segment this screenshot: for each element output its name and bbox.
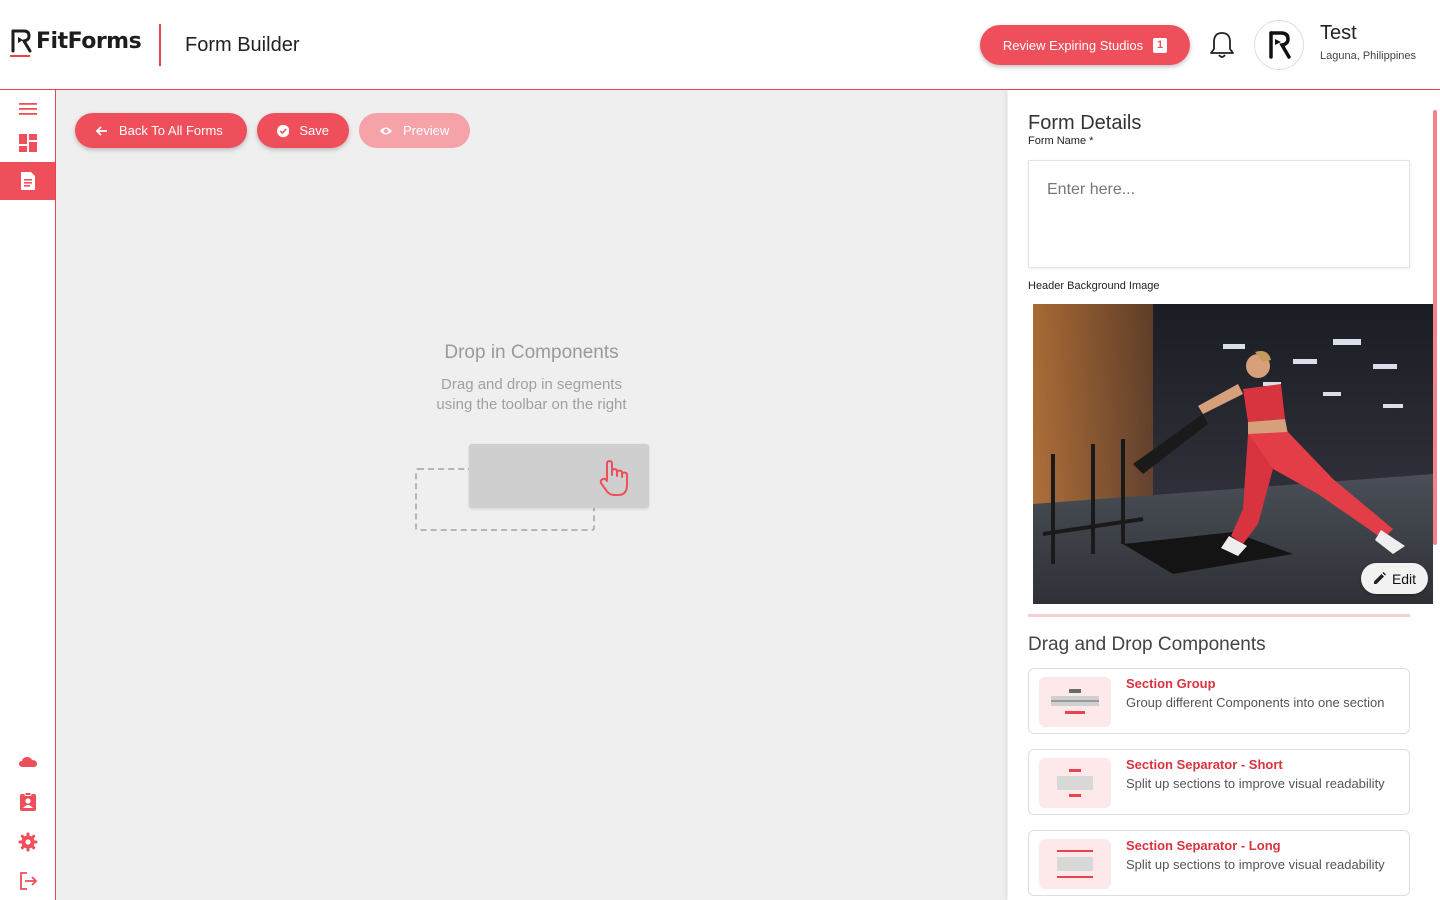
drop-zone-subtitle: Drag and drop in segments using the tool… [56,375,1007,415]
save-button-label: Save [299,123,329,138]
sidebar-item-dashboard[interactable] [0,124,55,162]
sidebar-item-contacts[interactable] [0,783,55,821]
review-expiring-studios-button[interactable]: Review Expiring Studios 1 [980,25,1190,65]
component-section-separator-short[interactable]: Section Separator - Short Split up secti… [1028,749,1410,815]
separator-short-icon [1039,758,1111,808]
dnd-components-title: Drag and Drop Components [1028,634,1266,655]
check-circle-icon [277,124,290,137]
form-details-panel: Form Details Form Name * Header Backgrou… [1008,90,1440,900]
back-button-label: Back To All Forms [119,123,223,138]
user-location: Laguna, Philippines [1320,50,1417,62]
preview-button[interactable]: Preview [359,113,470,148]
header-background-image [1033,304,1433,604]
component-description: Split up sections to improve visual read… [1126,776,1385,791]
component-description: Group different Components into one sect… [1126,695,1385,710]
user-avatar[interactable] [1254,20,1304,70]
logout-icon [19,872,37,890]
menu-icon [18,103,37,115]
drop-zone-subtitle-line1: Drag and drop in segments [441,376,622,393]
drop-zone-subtitle-line2: using the toolbar on the right [436,396,627,413]
sidebar-item-forms[interactable] [0,162,55,200]
component-title: Section Separator - Long [1126,838,1281,853]
sidebar-item-cloud[interactable] [0,743,55,781]
dashboard-icon [18,134,37,152]
logo-text: FitForms [36,28,142,54]
component-title: Section Separator - Short [1126,757,1283,772]
bell-icon[interactable] [1208,30,1236,60]
eye-icon [380,127,392,134]
form-name-label: Form Name * [1028,135,1094,147]
fitforms-logo[interactable]: FitForms [10,28,142,54]
header-image-label: Header Background Image [1028,280,1160,292]
form-icon [20,172,35,190]
settings-icon [18,832,37,852]
top-header: FitForms Form Builder Review Expiring St… [0,0,1440,90]
user-name: Test [1320,22,1357,44]
avatar-logo-icon [1269,31,1291,59]
component-title: Section Group [1126,676,1216,691]
logo-underline [10,55,30,57]
review-count-badge: 1 [1153,37,1168,53]
component-description: Split up sections to improve visual read… [1126,857,1385,872]
back-to-all-forms-button[interactable]: Back To All Forms [75,113,247,148]
sidebar [0,90,56,900]
header-divider [159,24,161,66]
component-section-separator-long[interactable]: Section Separator - Long Split up sectio… [1028,830,1410,896]
form-name-input[interactable] [1028,160,1410,268]
panel-scrollbar[interactable] [1433,110,1437,545]
section-group-icon [1039,677,1111,727]
drag-placeholder-card [469,444,649,508]
review-button-label: Review Expiring Studios [1002,37,1144,53]
drop-zone-title: Drop in Components [444,342,619,363]
panel-divider [1028,614,1410,617]
sidebar-item-settings[interactable] [0,823,55,861]
arrow-left-icon [95,125,107,136]
cloud-icon [18,757,37,767]
sidebar-item-logout[interactable] [0,862,55,900]
form-canvas[interactable]: Back To All Forms Save Preview Drop in C… [56,90,1007,900]
sidebar-item-menu[interactable] [0,90,55,128]
pencil-icon [1373,572,1386,584]
edit-button-label: Edit [1391,570,1417,587]
panel-title: Form Details [1028,112,1142,134]
contact-badge-icon [19,792,36,811]
logo-mark-icon [11,29,32,53]
component-section-group[interactable]: Section Group Group different Components… [1028,668,1410,734]
page-title: Form Builder [185,34,300,56]
preview-button-label: Preview [403,123,450,138]
save-button[interactable]: Save [257,113,349,148]
gym-photo [1033,304,1433,604]
edit-image-button[interactable]: Edit [1361,563,1428,594]
hand-pointer-icon [599,460,628,496]
separator-long-icon [1039,839,1111,889]
